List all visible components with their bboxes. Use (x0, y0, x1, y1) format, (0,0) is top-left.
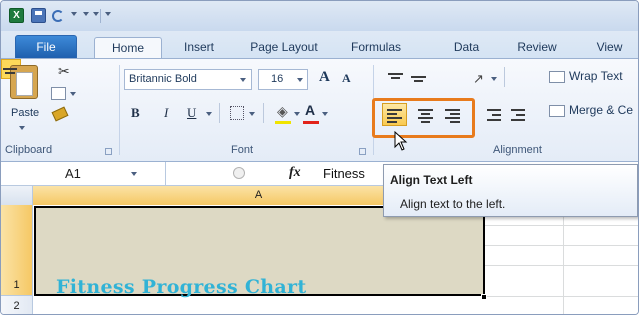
font-name-dropdown[interactable]: Britannic Bold (124, 69, 252, 90)
font-color-swatch (303, 121, 319, 124)
paste-button[interactable]: Paste (11, 107, 39, 119)
alignment-highlight (372, 98, 475, 138)
merge-center-icon (549, 104, 565, 117)
title-bar: X (1, 1, 638, 31)
tab-data[interactable]: Data (444, 37, 489, 59)
font-group-label: Font (231, 144, 254, 156)
fill-color-dropdown-icon[interactable] (294, 112, 300, 116)
grow-font-button[interactable]: A (319, 69, 330, 86)
gridline (485, 296, 638, 297)
clipboard-group-label: Clipboard (5, 144, 53, 156)
tab-view[interactable]: View (587, 37, 632, 59)
group-separator (119, 65, 120, 155)
ribbon-tabs: File Home Insert Page Layout Formulas Da… (1, 31, 638, 60)
row-header-2[interactable]: 2 (1, 296, 33, 314)
gridline (485, 225, 638, 226)
bold-button[interactable]: B (131, 105, 140, 121)
wrap-text-label: Wrap Text (569, 69, 623, 83)
tab-formulas[interactable]: Formulas (341, 37, 411, 59)
tooltip-title: Align Text Left (390, 173, 473, 187)
customize-qat-icon[interactable] (105, 12, 111, 16)
separator (219, 103, 220, 123)
merge-center-label: Merge & Ce (569, 103, 634, 117)
insert-function-button[interactable]: fx (289, 165, 301, 181)
mouse-cursor-icon (394, 131, 408, 151)
select-all-button[interactable] (1, 186, 33, 205)
format-painter-icon[interactable] (51, 106, 69, 122)
qat-separator (100, 9, 101, 23)
fill-color-icon[interactable]: ◈ (277, 103, 288, 120)
fill-handle[interactable] (481, 294, 487, 300)
gridline (485, 245, 638, 246)
chevron-down-icon (297, 78, 303, 82)
copy-dropdown-icon[interactable] (70, 92, 76, 96)
fill-color-swatch (275, 121, 291, 124)
font-name-value: Britannic Bold (129, 73, 197, 85)
cell-a1-text: Fitness Progress Chart (56, 276, 307, 298)
wrap-text-icon (549, 70, 565, 83)
ribbon-home: Paste ✂ Clipboard Britannic Bold 16 A A … (1, 58, 638, 162)
name-box-value: A1 (65, 166, 81, 181)
name-box[interactable]: A1 (1, 162, 166, 185)
paste-dropdown-icon[interactable] (19, 126, 25, 130)
separator (504, 67, 505, 87)
italic-button[interactable]: I (164, 105, 168, 121)
orientation-icon[interactable]: ↗ (473, 71, 484, 87)
wrap-text-button[interactable]: Wrap Text (549, 69, 623, 83)
merge-center-button[interactable]: Merge & Ce (549, 103, 633, 117)
row-header-1-label: 1 (13, 279, 20, 291)
font-size-value: 16 (271, 73, 284, 85)
font-color-button[interactable]: A (305, 102, 315, 118)
row-header-1[interactable]: 1 (1, 205, 33, 296)
shrink-font-button[interactable]: A (342, 71, 351, 86)
name-box-dropdown-icon[interactable] (131, 172, 137, 176)
borders-dropdown-icon[interactable] (249, 112, 255, 116)
formula-input[interactable]: Fitness (323, 166, 365, 181)
clipboard-launcher-icon[interactable] (105, 148, 112, 155)
cell-a1[interactable]: Fitness Progress Chart (34, 206, 485, 298)
font-color-dropdown-icon[interactable] (322, 112, 328, 116)
font-size-dropdown[interactable]: 16 (258, 69, 308, 90)
excel-window: X File Home Insert Page Layout Formulas … (0, 0, 639, 315)
decrease-indent-icon[interactable] (487, 109, 501, 121)
increase-indent-icon[interactable] (511, 109, 525, 121)
tooltip: Align Text Left Align text to the left. (383, 164, 638, 217)
cut-icon[interactable]: ✂ (58, 63, 70, 80)
font-launcher-icon[interactable] (359, 148, 366, 155)
copy-icon[interactable] (51, 87, 66, 100)
tab-file[interactable]: File (15, 35, 77, 59)
tooltip-description: Align text to the left. (400, 197, 506, 211)
redo-dropdown-icon[interactable] (93, 12, 99, 16)
bottom-align-icon (3, 62, 18, 75)
gridline (485, 265, 638, 266)
underline-dropdown-icon[interactable] (206, 112, 212, 116)
gridline (563, 205, 564, 314)
excel-logo-icon[interactable]: X (9, 8, 24, 23)
alignment-group-label: Alignment (493, 144, 542, 156)
top-align-icon[interactable] (388, 73, 403, 86)
chevron-down-icon (240, 78, 246, 82)
undo-dropdown-icon[interactable] (71, 12, 77, 16)
separator (263, 103, 264, 123)
underline-button[interactable]: U (187, 105, 196, 121)
tab-review[interactable]: Review (509, 37, 565, 59)
cancel-entry-icon[interactable] (233, 167, 245, 179)
orientation-dropdown-icon[interactable] (491, 77, 497, 81)
middle-align-icon[interactable] (411, 73, 426, 86)
tab-insert[interactable]: Insert (173, 37, 225, 59)
borders-icon[interactable] (230, 106, 244, 120)
tab-page-layout[interactable]: Page Layout (239, 37, 329, 59)
redo-icon[interactable] (83, 12, 89, 16)
undo-icon[interactable] (52, 10, 64, 22)
tab-home[interactable]: Home (94, 37, 162, 60)
save-icon[interactable] (31, 8, 46, 23)
